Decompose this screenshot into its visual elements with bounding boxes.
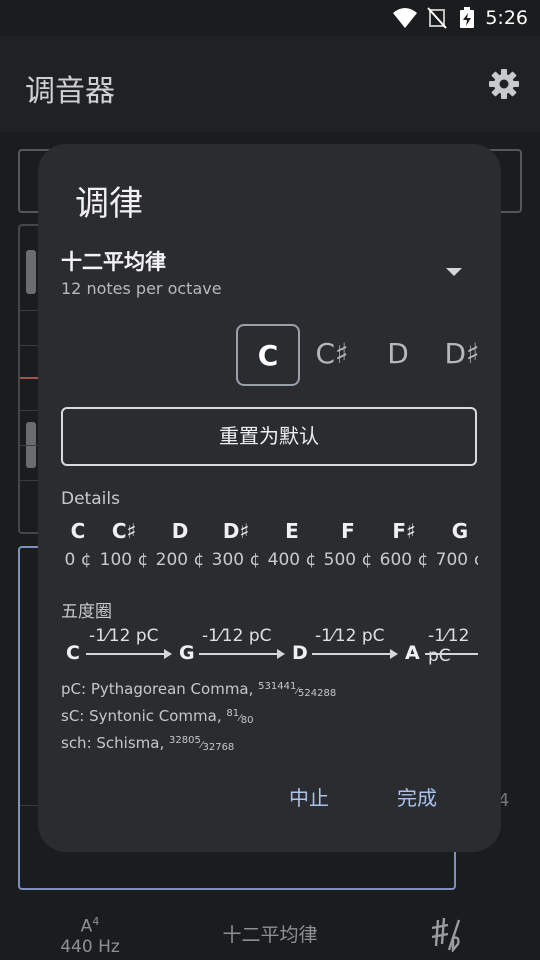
background-slider-thumb: [26, 250, 36, 294]
legend-fraction: 81⁄80: [226, 708, 254, 726]
details-note: F♯: [392, 519, 416, 543]
temperament-name: 十二平均律: [61, 250, 166, 274]
bottom-bar: A4 440 Hz 十二平均律: [0, 900, 540, 960]
details-column: F 500 ¢: [320, 516, 376, 570]
battery-charging-icon: [460, 7, 474, 28]
reset-default-button[interactable]: 重置为默认: [61, 407, 477, 466]
details-column: C♯ 100 ¢: [96, 516, 152, 570]
details-cents: 300 ¢: [211, 550, 261, 570]
root-note-d[interactable]: D: [366, 324, 430, 386]
details-cents: 600 ¢: [379, 550, 429, 570]
status-time: 5:26: [485, 7, 528, 29]
status-bar: 5:26: [0, 0, 540, 36]
cof-interval-label: -1⁄12 pC: [202, 626, 272, 646]
root-note-c-sharp[interactable]: C♯: [300, 324, 364, 386]
details-cents: 700 ¢: [435, 550, 478, 570]
arrow-right-icon: [312, 649, 398, 659]
reference-frequency-button[interactable]: A4 440 Hz: [58, 912, 122, 957]
arrow-right-icon: [425, 653, 478, 655]
app-title: 调音器: [25, 74, 115, 109]
reference-octave: 4: [92, 915, 100, 928]
details-cents: 200 ¢: [155, 550, 205, 570]
arrow-right-icon: [86, 649, 172, 659]
circle-of-fifths: C -1⁄12 pC G -1⁄12 pC D -1⁄12 pC A -1⁄12…: [61, 622, 478, 672]
legend-line: pC: Pythagorean Comma, 531441⁄524288: [61, 677, 336, 704]
sharp-flat-icon[interactable]: [432, 916, 462, 952]
root-note-d-sharp[interactable]: D♯: [430, 324, 478, 386]
cancel-button[interactable]: 中止: [289, 782, 329, 811]
temperament-subtitle: 12 notes per octave: [61, 279, 222, 298]
details-cents: 100 ¢: [99, 550, 149, 570]
reference-frequency: 440 Hz: [60, 936, 120, 957]
reference-note: A: [80, 916, 93, 937]
details-column: D♯ 300 ¢: [208, 516, 264, 570]
app-bar: 调音器: [0, 36, 540, 132]
fraction-denominator: 32768: [202, 742, 235, 753]
temperament-dropdown[interactable]: 十二平均律 12 notes per octave: [38, 236, 501, 306]
arrow-right-icon: [199, 649, 285, 659]
details-note: G: [451, 519, 469, 543]
fraction-numerator: 531441: [258, 681, 297, 692]
details-cents: 400 ¢: [267, 550, 317, 570]
details-column: E 400 ¢: [264, 516, 320, 570]
comma-legend: pC: Pythagorean Comma, 531441⁄524288 sC:…: [61, 677, 336, 758]
details-note: C♯: [111, 519, 137, 543]
cof-interval-label: -1⁄12 pC: [315, 626, 385, 646]
details-column: F♯ 600 ¢: [376, 516, 432, 570]
no-signal-icon: [427, 7, 447, 29]
root-note-selector[interactable]: C C♯ D D♯: [234, 324, 478, 390]
legend-text: sC: Syntonic Comma,: [61, 707, 227, 725]
chevron-down-icon: [446, 268, 462, 276]
legend-fraction: 32805⁄32768: [169, 735, 235, 753]
circle-of-fifths-label: 五度圈: [61, 602, 112, 622]
cof-interval-label: -1⁄12 pC: [89, 626, 159, 646]
fraction-denominator: 524288: [298, 688, 337, 699]
legend-fraction: 531441⁄524288: [258, 681, 337, 699]
gear-icon[interactable]: [488, 68, 520, 100]
fraction-numerator: 32805: [169, 735, 201, 746]
dialog-title: 调律: [75, 184, 143, 224]
temperament-button[interactable]: 十二平均律: [200, 920, 340, 947]
details-note: E: [285, 519, 299, 543]
wifi-icon: [393, 8, 417, 28]
details-note: D♯: [222, 519, 250, 543]
root-note-c[interactable]: C: [236, 324, 300, 386]
details-note: F: [341, 519, 355, 543]
legend-line: sch: Schisma, 32805⁄32768: [61, 731, 336, 758]
background-grid-line: [20, 805, 40, 806]
fraction-numerator: 81: [226, 708, 240, 719]
done-button[interactable]: 完成: [397, 782, 437, 811]
temperament-dialog: 调律 十二平均律 12 notes per octave C C♯ D D♯ 重…: [38, 144, 501, 852]
details-label: Details: [61, 489, 120, 509]
details-table: C0 ¢ C♯ 100 ¢ D 200 ¢ D♯ 300 ¢ E 400 ¢ F 500 …: [61, 516, 478, 580]
cof-note: A: [405, 642, 420, 664]
cof-note: D: [292, 642, 308, 664]
details-cents: 500 ¢: [323, 550, 373, 570]
legend-text: pC: Pythagorean Comma,: [61, 680, 259, 698]
cof-note: C: [66, 642, 80, 664]
details-note: D: [171, 519, 189, 543]
cof-interval-label: -1⁄12 pC: [428, 626, 470, 666]
legend-line: sC: Syntonic Comma, 81⁄80: [61, 704, 336, 731]
fraction-denominator: 80: [240, 715, 254, 726]
details-column: G 700 ¢: [432, 516, 478, 570]
details-column: D 200 ¢: [152, 516, 208, 570]
cof-note: G: [179, 642, 195, 664]
legend-text: sch: Schisma,: [61, 734, 169, 752]
